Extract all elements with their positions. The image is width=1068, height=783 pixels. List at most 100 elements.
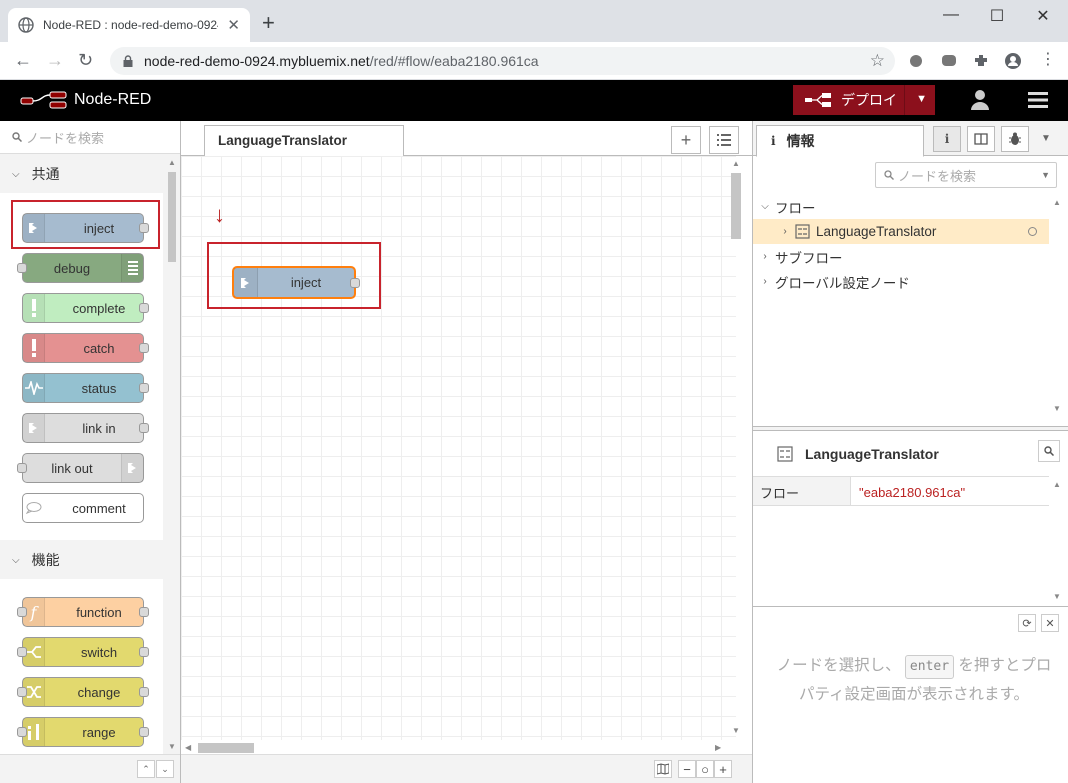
puzzle-icon[interactable] [972, 52, 990, 70]
list-flows-button[interactable] [709, 126, 739, 154]
nodered-header: Node-RED デプロイ ▼ [0, 80, 1068, 121]
tree-item-subflows[interactable]: › サブフロー [753, 244, 1049, 269]
zoom-out-button[interactable]: − [678, 760, 696, 778]
palette-category-common[interactable]: ⌵ 共通 [0, 155, 163, 193]
extension-icon[interactable] [907, 52, 925, 70]
browser-menu-icon[interactable]: ⋮ [1040, 50, 1056, 70]
user-icon[interactable] [970, 89, 990, 111]
scrollbar-thumb[interactable] [731, 173, 741, 239]
scroll-right-icon[interactable]: ▶ [715, 743, 721, 752]
search-options-icon[interactable]: ▼ [1041, 170, 1050, 180]
palette-node-link-out[interactable]: link out [17, 453, 144, 483]
navigator-map-icon[interactable] [654, 760, 672, 778]
tree-scrollbar[interactable]: ▲ ▼ [1050, 194, 1064, 419]
info-tab-button[interactable]: i [933, 126, 961, 152]
address-bar[interactable]: node-red-demo-0924.mybluemix.net/red/#fl… [110, 47, 895, 75]
workspace-tabbar: LanguageTranslator + [181, 121, 752, 157]
bookmark-star-icon[interactable]: ☆ [870, 51, 885, 71]
scroll-up-icon[interactable]: ▲ [168, 158, 176, 167]
search-icon[interactable] [1038, 440, 1060, 462]
chevron-down-icon[interactable]: ⌵ [755, 201, 775, 212]
output-port[interactable] [139, 303, 149, 313]
palette-node-change[interactable]: change [17, 677, 149, 707]
palette-node-range[interactable]: range [17, 717, 149, 747]
flow-node-inject[interactable]: inject [232, 266, 360, 299]
sidebar-tab-info[interactable]: i 情報 [756, 125, 924, 157]
expand-all-button[interactable]: ⌄ [156, 760, 174, 778]
output-port[interactable] [139, 607, 149, 617]
close-window-icon[interactable]: ✕ [1020, 6, 1066, 26]
output-port[interactable] [139, 687, 149, 697]
maximize-icon[interactable]: ☐ [974, 6, 1020, 26]
collapse-all-button[interactable]: ⌃ [137, 760, 155, 778]
close-icon[interactable]: ✕ [1041, 614, 1059, 632]
input-port[interactable] [17, 727, 27, 737]
palette-node-function[interactable]: f function [17, 597, 149, 627]
scroll-down-icon[interactable]: ▼ [168, 742, 176, 751]
palette-node-status[interactable]: status [22, 373, 149, 403]
zoom-in-button[interactable]: + [714, 760, 732, 778]
palette-node-catch[interactable]: catch [22, 333, 149, 363]
refresh-icon[interactable]: ⟳ [1018, 614, 1036, 632]
output-port[interactable] [139, 423, 149, 433]
input-port[interactable] [17, 607, 27, 617]
chevron-right-icon[interactable]: › [755, 251, 775, 262]
info-scrollbar[interactable]: ▲ ▼ [1050, 476, 1064, 604]
help-book-icon[interactable] [967, 126, 995, 152]
palette-scrollbar[interactable]: ▲ ▼ [164, 154, 180, 754]
tree-item-flows[interactable]: ⌵ フロー [753, 194, 1049, 219]
flow-tab[interactable]: LanguageTranslator [204, 125, 404, 157]
scroll-up-icon[interactable]: ▲ [1053, 198, 1061, 207]
palette-search-input[interactable]: ノードを検索 [0, 121, 180, 154]
scroll-down-icon[interactable]: ▼ [1053, 404, 1061, 413]
new-tab-button[interactable]: + [262, 12, 275, 34]
sidebar-search-input[interactable]: ノードを検索 ▼ [875, 162, 1057, 188]
lock-icon [123, 55, 133, 67]
deploy-dropdown-icon[interactable]: ▼ [916, 93, 927, 105]
input-port[interactable] [17, 647, 27, 657]
output-port[interactable] [139, 343, 149, 353]
tree-item-flow[interactable]: › LanguageTranslator [753, 219, 1049, 244]
hamburger-menu-icon[interactable] [1028, 92, 1048, 108]
output-port[interactable] [139, 727, 149, 737]
scrollbar-thumb[interactable] [168, 172, 176, 262]
input-port[interactable] [17, 687, 27, 697]
palette-node-debug[interactable]: debug [17, 253, 144, 283]
scroll-left-icon[interactable]: ◀ [185, 743, 191, 752]
zoom-reset-button[interactable]: ○ [696, 760, 714, 778]
input-port[interactable] [17, 463, 27, 473]
chat-extension-icon[interactable] [940, 52, 958, 70]
output-port[interactable] [350, 278, 360, 288]
chevron-right-icon[interactable]: › [775, 226, 795, 237]
forward-icon[interactable]: → [46, 50, 64, 70]
back-icon[interactable]: ← [14, 50, 32, 70]
output-port[interactable] [139, 647, 149, 657]
profile-icon[interactable] [1004, 52, 1022, 70]
reload-icon[interactable]: ↻ [78, 50, 93, 70]
minimize-icon[interactable]: — [928, 6, 974, 24]
flow-canvas[interactable]: ↓ inject [181, 156, 736, 740]
palette-node-complete[interactable]: complete [22, 293, 149, 323]
scroll-down-icon[interactable]: ▼ [1053, 592, 1061, 601]
workspace-vertical-scrollbar[interactable]: ▲ ▼ [728, 156, 744, 740]
output-port[interactable] [139, 383, 149, 393]
scrollbar-thumb[interactable] [198, 743, 254, 753]
close-tab-icon[interactable]: ✕ [227, 16, 240, 34]
scroll-down-icon[interactable]: ▼ [732, 726, 740, 735]
palette-node-link-in[interactable]: link in [22, 413, 149, 443]
sidebar-dropdown-icon[interactable]: ▼ [1041, 133, 1051, 144]
palette-node-comment[interactable]: comment [22, 493, 144, 523]
tree-item-global-config[interactable]: › グローバル設定ノード [753, 269, 1049, 294]
flow-status-icon [1028, 227, 1037, 236]
add-flow-button[interactable]: + [671, 126, 701, 154]
scroll-up-icon[interactable]: ▲ [732, 159, 740, 168]
scroll-up-icon[interactable]: ▲ [1053, 480, 1061, 489]
browser-tab[interactable]: Node-RED : node-red-demo-0924 ✕ [8, 8, 250, 42]
debug-bug-icon[interactable] [1001, 126, 1029, 152]
deploy-button[interactable]: デプロイ ▼ [793, 85, 935, 115]
nodered-logo-icon [20, 91, 67, 109]
input-port[interactable] [17, 263, 27, 273]
palette-category-function[interactable]: ⌵ 機能 [0, 541, 163, 579]
chevron-right-icon[interactable]: › [755, 276, 775, 287]
palette-node-switch[interactable]: switch [17, 637, 149, 667]
